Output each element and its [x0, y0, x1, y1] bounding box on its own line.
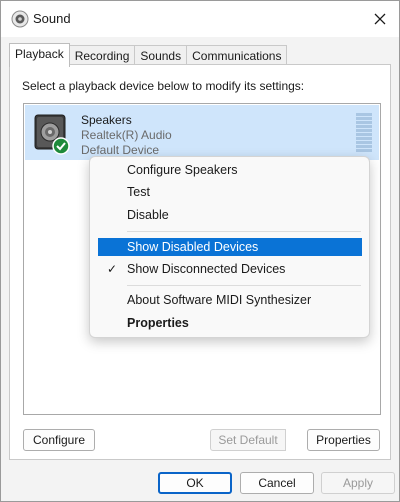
- volume-level-meter: [356, 113, 372, 153]
- speaker-device-icon: [34, 114, 70, 155]
- device-driver: Realtek(R) Audio: [81, 128, 172, 142]
- speaker-app-icon: [11, 10, 29, 28]
- menu-item-show-disabled-devices[interactable]: Show Disabled Devices: [98, 238, 362, 256]
- tab-playback[interactable]: Playback: [9, 43, 70, 67]
- apply-button[interactable]: Apply: [321, 472, 395, 494]
- title-bar[interactable]: Sound: [1, 1, 399, 37]
- tab-sounds[interactable]: Sounds: [134, 45, 188, 66]
- set-default-button[interactable]: Set Default: [210, 429, 286, 451]
- device-row-speakers[interactable]: Speakers Realtek(R) Audio Default Device: [25, 105, 379, 160]
- menu-separator: [127, 285, 361, 286]
- menu-item-show-disconnected-devices[interactable]: ✓ Show Disconnected Devices: [98, 260, 362, 278]
- instruction-text: Select a playback device below to modify…: [22, 79, 305, 93]
- close-icon: [374, 13, 386, 25]
- device-name: Speakers: [81, 113, 132, 127]
- menu-item-disable[interactable]: Disable: [98, 206, 362, 224]
- tab-strip: Playback Recording Sounds Communications: [9, 43, 288, 67]
- context-menu: Configure Speakers Test Disable Show Dis…: [89, 156, 370, 338]
- menu-separator: [127, 231, 361, 232]
- green-check-icon: [52, 137, 70, 155]
- close-button[interactable]: [365, 5, 395, 33]
- menu-item-configure-speakers[interactable]: Configure Speakers: [98, 161, 362, 179]
- menu-item-properties[interactable]: Properties: [98, 314, 362, 332]
- window-title: Sound: [33, 11, 71, 26]
- menu-item-test[interactable]: Test: [98, 183, 362, 201]
- cancel-button[interactable]: Cancel: [240, 472, 314, 494]
- checkmark-icon: ✓: [107, 262, 118, 276]
- sound-dialog: Sound Playback Recording Sounds Communic…: [0, 0, 400, 502]
- properties-button[interactable]: Properties: [307, 429, 380, 451]
- tab-communications[interactable]: Communications: [186, 45, 288, 66]
- configure-button[interactable]: Configure: [23, 429, 95, 451]
- tab-recording[interactable]: Recording: [68, 45, 136, 66]
- device-status: Default Device: [81, 143, 160, 157]
- menu-item-label: Show Disconnected Devices: [127, 262, 286, 276]
- ok-button[interactable]: OK: [158, 472, 232, 494]
- menu-item-about-midi-synth[interactable]: About Software MIDI Synthesizer: [98, 291, 362, 309]
